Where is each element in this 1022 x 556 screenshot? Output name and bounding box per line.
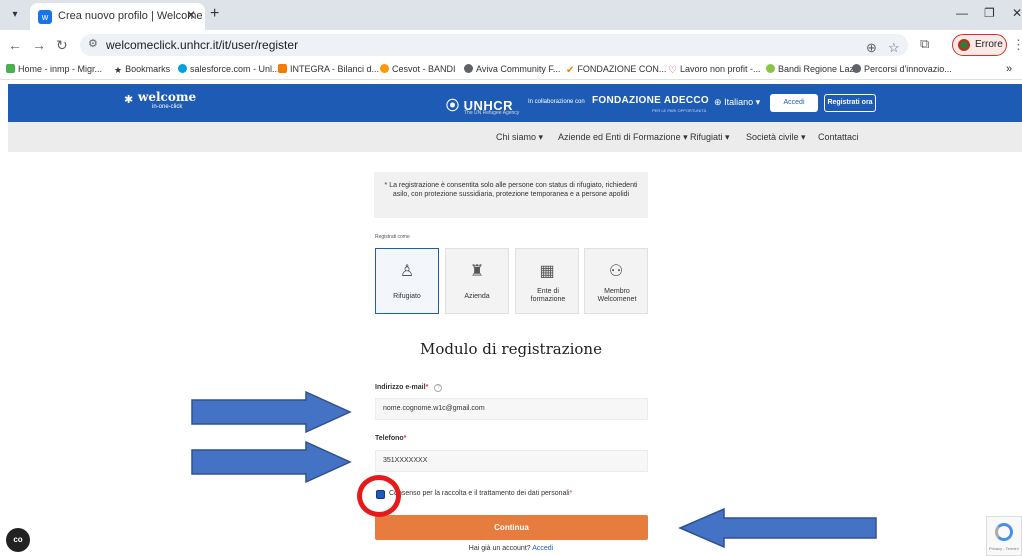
browser-tab-bar: ▾ w Crea nuovo profilo | Welcome ✕ + — ❐… — [0, 0, 1022, 30]
extensions-icon[interactable]: ⧉ — [920, 36, 929, 52]
phone-field[interactable]: 351XXXXXXX — [375, 450, 648, 472]
group-icon: ♜ — [469, 263, 485, 280]
back-icon[interactable]: ← — [8, 37, 22, 53]
eligibility-notice: * La registrazione è consentita solo all… — [374, 172, 648, 218]
integra-icon — [278, 64, 287, 73]
bookmark-item[interactable]: Aviva Community F... — [464, 64, 560, 74]
phone-label: Telefono* — [375, 435, 407, 442]
register-as-label: Registrati come — [375, 234, 410, 240]
register-now-button[interactable]: Registrati ora — [824, 94, 876, 112]
help-icon[interactable]: ? — [434, 384, 443, 392]
lazio-icon — [766, 64, 775, 73]
annotation-arrow-email — [191, 390, 352, 434]
recaptcha-badge[interactable]: Privacy - Termini — [986, 516, 1022, 556]
url-text[interactable]: welcomeclick.unhcr.it/it/user/register — [106, 38, 298, 52]
email-field[interactable]: nome.cognome.w1c@gmail.com — [375, 398, 648, 420]
bookmark-item[interactable]: salesforce.com - Unl... — [178, 64, 280, 74]
bookmark-item[interactable]: ✔ FONDAZIONE CON... — [566, 64, 666, 76]
tab-title: Crea nuovo profilo | Welcome — [58, 10, 203, 22]
email-label: Indirizzo e-mail*? — [375, 384, 443, 392]
adecco-subtitle: PER LE PARI OPPORTUNITÀ — [652, 108, 707, 113]
bookmark-item[interactable]: ★ Bookmarks — [114, 64, 170, 75]
star-icon: ★ — [114, 65, 123, 75]
more-bookmarks-icon[interactable]: » — [1006, 63, 1012, 75]
community-icon: ⚇ — [608, 263, 624, 280]
annotation-arrow-phone — [191, 440, 352, 484]
continue-button[interactable]: Continua — [375, 515, 648, 540]
tab-list-dropdown-icon[interactable]: ▾ — [6, 6, 24, 24]
cesvot-icon — [380, 64, 389, 73]
salesforce-icon — [178, 64, 187, 73]
site-info-icon[interactable]: ⚙ — [88, 37, 98, 50]
bookmark-item[interactable]: Percorsi d'innovazio... — [852, 64, 952, 74]
collaboration-text: In collaborazione con — [528, 99, 585, 105]
profile-error-button[interactable]: Errore — [952, 34, 1007, 56]
globe-icon — [852, 64, 861, 73]
role-card-welcomenet[interactable]: ⚇ Membro Welcomenet — [584, 248, 648, 314]
bookmark-item[interactable]: Bandi Regione Lazio — [766, 64, 861, 74]
new-tab-icon[interactable]: + — [210, 5, 219, 23]
address-toolbar: ← → ↻ ⚙ welcomeclick.unhcr.it/it/user/re… — [0, 30, 1022, 60]
classroom-icon: ▦ — [539, 263, 555, 280]
maximize-icon[interactable]: ❐ — [984, 6, 995, 20]
person-icon: ♙ — [399, 263, 415, 280]
language-selector[interactable]: ⊕ Italiano ▾ — [714, 97, 760, 108]
welcome-logo[interactable]: ✱ welcome in-one-click — [124, 90, 196, 110]
unhcr-subtitle: The UN Refugee Agency — [464, 110, 520, 116]
profile-avatar-icon — [958, 39, 970, 51]
nav-item-rifugiati[interactable]: Rifugiati ▾ — [690, 132, 730, 143]
bookmark-item[interactable]: ♡ Lavoro non profit -... — [668, 64, 761, 76]
bookmark-item[interactable]: INTEGRA - Bilanci d... — [278, 64, 379, 74]
recaptcha-icon — [995, 523, 1013, 541]
form-title: Modulo di registrazione — [420, 340, 602, 358]
site-header: ✱ welcome in-one-click ⦿ UNHCR The UN Re… — [8, 84, 1022, 122]
minimize-icon[interactable]: — — [956, 6, 968, 20]
bookmark-item[interactable]: Home - inmp - Migr... — [6, 64, 102, 74]
check-icon: ✔ — [566, 65, 575, 76]
site-nav: Chi siamo ▾ Aziende ed Enti di Formazion… — [8, 122, 1022, 152]
bookmarks-bar: Home - inmp - Migr... ★ Bookmarks salesfo… — [0, 60, 1022, 80]
role-card-azienda[interactable]: ♜ Azienda — [445, 248, 509, 314]
cookie-settings-button[interactable]: co — [6, 528, 30, 552]
bookmark-star-icon[interactable]: ☆ — [888, 40, 900, 56]
bookmark-item[interactable]: Cesvot - BANDI — [380, 64, 456, 74]
nav-item-chi-siamo[interactable]: Chi siamo ▾ — [496, 132, 543, 143]
reload-icon[interactable]: ↻ — [56, 37, 68, 54]
role-card-rifugiato[interactable]: ♙ Rifugiato — [375, 248, 439, 314]
browser-tab[interactable]: w Crea nuovo profilo | Welcome ✕ — [30, 3, 205, 30]
annotation-arrow-continue — [678, 507, 877, 549]
browser-menu-icon[interactable]: ⋮ — [1012, 37, 1022, 53]
login-button[interactable]: Accedi — [770, 94, 818, 112]
bookmark-icon — [6, 64, 15, 73]
nav-item-aziende[interactable]: Aziende ed Enti di Formazione ▾ — [558, 132, 688, 143]
annotation-circle-consent — [357, 475, 401, 517]
forward-icon[interactable]: → — [32, 37, 46, 53]
nav-item-societa-civile[interactable]: Società civile ▾ — [746, 132, 806, 143]
url-bar[interactable]: ⚙ welcomeclick.unhcr.it/it/user/register… — [80, 34, 908, 56]
consent-label: Consenso per la raccolta e il trattament… — [389, 490, 573, 497]
profile-status-label: Errore — [975, 39, 1003, 50]
site-favicon-icon: w — [38, 10, 52, 24]
close-tab-icon[interactable]: ✕ — [186, 8, 196, 22]
globe-icon — [464, 64, 473, 73]
nav-item-contattaci[interactable]: Contattaci — [818, 132, 859, 142]
already-account-text: Hai già un account? Accedi — [468, 545, 554, 552]
globe-icon: ⊕ — [714, 97, 722, 107]
adecco-logo: FONDAZIONE ADECCO — [592, 95, 709, 106]
zoom-icon[interactable]: ⊕ — [866, 40, 877, 56]
logo-mark-icon: ✱ — [124, 94, 134, 106]
role-card-ente-formazione[interactable]: ▦ Ente di formazione — [515, 248, 579, 314]
heart-icon: ♡ — [668, 65, 677, 76]
login-link[interactable]: Accedi — [532, 545, 553, 552]
close-window-icon[interactable]: ✕ — [1012, 6, 1022, 20]
